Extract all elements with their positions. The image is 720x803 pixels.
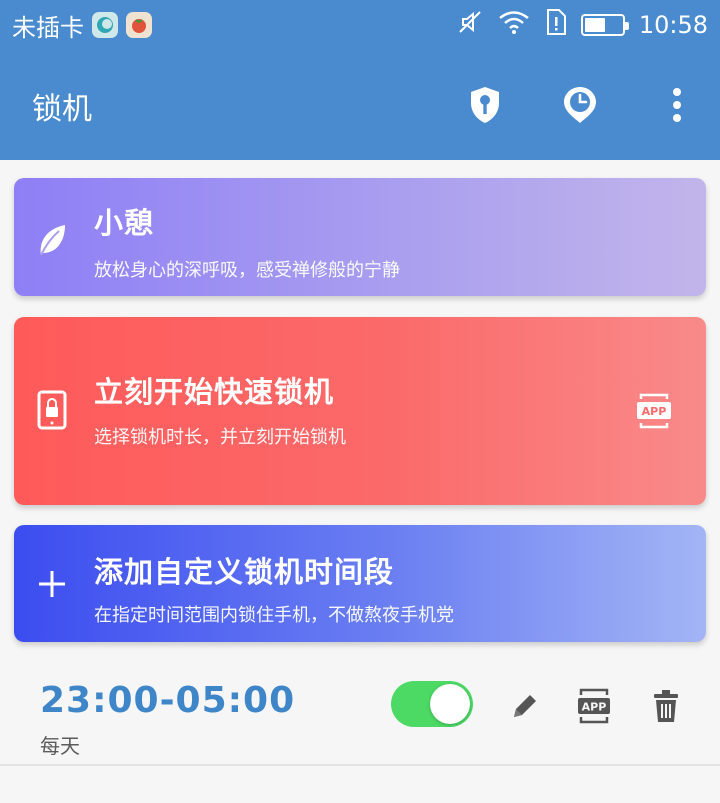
status-left: 未插卡 (12, 10, 152, 42)
schedule-repeat: 每天 (40, 734, 80, 758)
mini-app-icon (92, 12, 118, 38)
battery-icon (580, 14, 629, 36)
rest-card-subtitle: 放松身心的深呼吸，感受禅修般的宁静 (94, 260, 400, 281)
sim-alert-icon (545, 8, 567, 42)
schedule-app-label: APP (582, 701, 607, 714)
custom-schedule-card[interactable]: 添加自定义锁机时间段 在指定时间范围内锁住手机，不做熬夜手机党 (14, 525, 706, 642)
more-options-button[interactable] (652, 80, 702, 130)
leaf-icon (36, 220, 68, 260)
rest-card-title: 小憩 (94, 206, 155, 240)
battery-fill (584, 18, 605, 32)
tomato-app-icon (126, 12, 152, 38)
wifi-icon (497, 9, 531, 41)
custom-card-subtitle: 在指定时间范围内锁住手机，不做熬夜手机党 (94, 605, 454, 626)
edit-button[interactable] (503, 684, 547, 728)
custom-card-title: 添加自定义锁机时间段 (94, 555, 395, 589)
quick-lock-card[interactable]: 立刻开始快速锁机 选择锁机时长，并立刻开始锁机 APP (14, 317, 706, 505)
quick-lock-app-label: APP (642, 405, 667, 418)
app-whitelist-icon: APP (578, 688, 610, 724)
plus-icon (36, 564, 68, 604)
schedule-clock-button[interactable] (555, 80, 605, 130)
shield-key-button[interactable] (460, 80, 510, 130)
quick-lock-title: 立刻开始快速锁机 (94, 375, 335, 409)
delete-button[interactable] (644, 684, 688, 728)
schedule-toggle[interactable] (391, 681, 473, 727)
schedule-row[interactable]: 23:00-05:00 每天 APP (0, 662, 720, 766)
schedule-time-range: 23:00-05:00 (40, 680, 296, 721)
rest-card[interactable]: 小憩 放松身心的深呼吸，感受禅修般的宁静 (14, 178, 706, 296)
app-bar: 锁机 (0, 50, 720, 160)
shield-key-icon (471, 87, 499, 123)
status-bar: 未插卡 10:58 (0, 0, 720, 50)
trash-icon (654, 690, 678, 722)
toggle-knob (430, 684, 470, 724)
mute-icon (457, 9, 483, 41)
page-title: 锁机 (32, 92, 92, 127)
status-right: 10:58 (457, 8, 708, 42)
app-whitelist-button[interactable]: APP (572, 684, 616, 728)
quick-lock-subtitle: 选择锁机时长，并立刻开始锁机 (94, 427, 346, 448)
more-vert-icon (673, 88, 681, 122)
status-time: 10:58 (638, 11, 708, 39)
app-whitelist-icon[interactable]: APP (636, 391, 672, 431)
edit-icon (514, 695, 536, 717)
clock-pin-icon (564, 87, 596, 123)
carrier-label: 未插卡 (12, 13, 84, 42)
tablet-lock-icon (36, 390, 68, 430)
